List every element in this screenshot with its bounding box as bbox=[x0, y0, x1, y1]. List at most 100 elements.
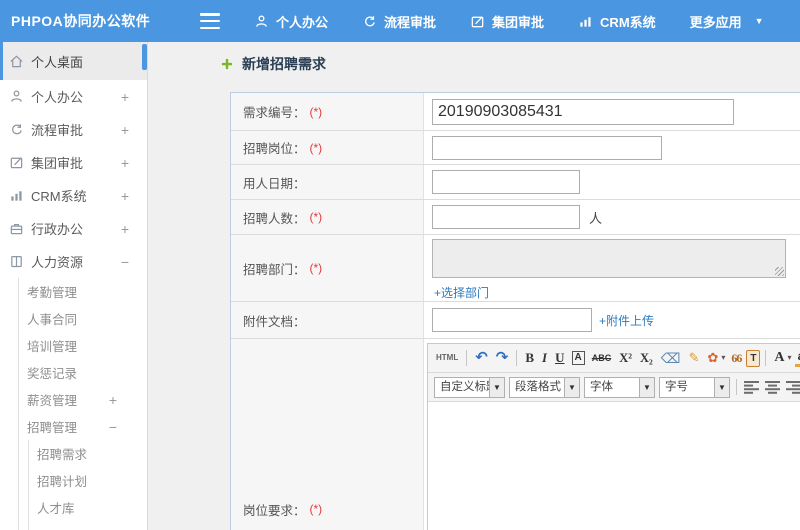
subscript-icon[interactable]: X₂ bbox=[637, 348, 656, 368]
superscript-icon[interactable]: X² bbox=[616, 348, 635, 368]
align-center-icon[interactable] bbox=[765, 380, 780, 394]
sidebar-item-personal-office[interactable]: 个人办公 + bbox=[0, 80, 147, 113]
workflow-icon bbox=[362, 14, 377, 29]
blockquote-icon[interactable]: 66 bbox=[728, 348, 744, 368]
strikethrough-icon[interactable]: ABC bbox=[589, 348, 615, 368]
align-right-icon[interactable] bbox=[786, 380, 800, 394]
topbar: PHPOA协同办公软件 个人办公 流程审批 集团审批 CRM系统 更多应用 ▼ bbox=[0, 0, 800, 42]
page-title-text: 新增招聘需求 bbox=[242, 56, 326, 72]
toolbar-separator[interactable] bbox=[765, 350, 767, 366]
sidebar-item-label: 人力资源 bbox=[31, 255, 84, 270]
chevron-down-icon[interactable]: ▾ bbox=[720, 348, 726, 368]
sidebar-subitem-label: 培训管理 bbox=[27, 340, 78, 354]
toolbar-separator[interactable] bbox=[466, 350, 468, 366]
sidebar-item-workflow-approval[interactable]: 流程审批 + bbox=[0, 113, 147, 146]
format-brush-icon[interactable]: ✎ bbox=[686, 348, 703, 368]
page-title: 新增招聘需求 bbox=[220, 54, 326, 74]
editor-content-area[interactable] bbox=[428, 402, 800, 530]
new-recruit-form: 需求编号： (*) 招聘岗位： (*) 用人日期： bbox=[230, 92, 800, 530]
sidebar-item-admin-office[interactable]: 行政办公 + bbox=[0, 212, 147, 245]
expand-icon[interactable]: + bbox=[109, 392, 117, 408]
field-label: 用人日期： bbox=[231, 165, 424, 199]
select-department-link[interactable]: +选择部门 bbox=[434, 284, 489, 301]
font-family-select[interactable]: 字体 ▼ bbox=[584, 376, 655, 398]
redo-icon[interactable]: ↷ bbox=[493, 348, 512, 368]
req-no-input[interactable] bbox=[432, 98, 734, 125]
expand-icon[interactable]: + bbox=[121, 122, 129, 138]
topnav-workflow-approval[interactable]: 流程审批 bbox=[362, 12, 436, 31]
form-row-attachment: 附件文档： +附件上传 bbox=[231, 302, 800, 339]
font-style-box-icon[interactable]: A bbox=[571, 351, 585, 365]
topnav-label: 个人办公 bbox=[276, 14, 329, 30]
custom-heading-select[interactable]: 自定义标题 ▼ bbox=[434, 376, 505, 398]
sidebar-scrollbar-thumb[interactable] bbox=[142, 44, 147, 70]
hire-date-input[interactable] bbox=[432, 170, 580, 194]
expand-icon[interactable]: + bbox=[121, 89, 129, 105]
paste-text-icon[interactable]: T bbox=[746, 349, 761, 367]
main-content: 新增招聘需求 需求编号： (*) 招聘岗位： (*) bbox=[148, 42, 800, 530]
sidebar-item-personal-desktop[interactable]: 个人桌面 bbox=[0, 42, 147, 80]
sidebar-subitem[interactable]: 人事合同 bbox=[0, 305, 147, 332]
html-source-button[interactable]: HTML bbox=[433, 348, 461, 368]
form-row-requirements: 岗位要求： (*) HTML ↶ ↷ B I U A ABC X² X₂ ⌫ ✎… bbox=[231, 339, 800, 530]
toolbar-separator[interactable] bbox=[516, 350, 518, 366]
sidebar-subitem-label: 人才库 bbox=[37, 502, 75, 516]
sidebar-subitem[interactable]: 招聘计划 bbox=[0, 467, 147, 494]
highlight-icon[interactable]: ab bbox=[794, 349, 800, 367]
sidebar-subitem[interactable]: 人才库 bbox=[0, 494, 147, 521]
collapse-icon[interactable]: − bbox=[121, 254, 129, 270]
underline-icon[interactable]: U bbox=[552, 348, 567, 368]
topnav-more-apps[interactable]: 更多应用 ▼ bbox=[690, 12, 764, 31]
topnav-group-approval[interactable]: 集团审批 bbox=[470, 12, 544, 31]
chevron-down-icon[interactable]: ▾ bbox=[787, 348, 793, 368]
paragraph-format-select[interactable]: 段落格式 ▼ bbox=[509, 376, 580, 398]
align-left-icon[interactable] bbox=[744, 380, 759, 394]
sidebar-subitem[interactable]: 薪资管理 + bbox=[0, 386, 147, 413]
sidebar-subitem-label: 薪资管理 bbox=[27, 394, 78, 408]
sidebar-subitem[interactable]: 考勤管理 bbox=[0, 278, 147, 305]
font-color-icon[interactable]: A bbox=[771, 348, 787, 368]
expand-icon[interactable]: + bbox=[121, 188, 129, 204]
topnav-crm-system[interactable]: CRM系统 bbox=[578, 12, 656, 31]
expand-icon[interactable]: + bbox=[121, 155, 129, 171]
field-label: 招聘人数： (*) bbox=[231, 200, 424, 234]
edit-icon bbox=[8, 155, 24, 170]
undo-icon[interactable]: ↶ bbox=[472, 348, 491, 368]
font-size-select[interactable]: 字号 ▼ bbox=[659, 376, 730, 398]
required-marker: (*) bbox=[309, 104, 323, 119]
required-marker: (*) bbox=[309, 140, 323, 155]
sidebar-subitem[interactable]: 培训管理 bbox=[0, 332, 147, 359]
sidebar-subitem-label: 招聘计划 bbox=[37, 475, 88, 489]
sidebar-subitem[interactable]: 奖惩记录 bbox=[0, 359, 147, 386]
topnav-personal-office[interactable]: 个人办公 bbox=[254, 12, 328, 31]
position-input[interactable] bbox=[432, 135, 662, 160]
topnav-label: CRM系统 bbox=[600, 14, 656, 30]
department-textarea[interactable] bbox=[432, 239, 786, 278]
expand-icon[interactable]: + bbox=[121, 221, 129, 237]
sidebar-item-crm-system[interactable]: CRM系统 + bbox=[0, 179, 147, 212]
attachment-input[interactable] bbox=[432, 308, 592, 332]
sidebar-subitem-label: 招聘需求 bbox=[37, 448, 88, 462]
sidebar-item-label: 流程审批 bbox=[31, 123, 84, 138]
field-label: 附件文档： bbox=[231, 302, 424, 338]
chevron-down-icon: ▼ bbox=[489, 377, 504, 397]
field-label: 招聘岗位： (*) bbox=[231, 131, 424, 164]
expand-icon[interactable]: − bbox=[109, 419, 117, 435]
chevron-down-icon: ▼ bbox=[714, 377, 729, 397]
sidebar-item-label: CRM系统 bbox=[31, 189, 87, 204]
menu-toggle-icon[interactable] bbox=[200, 13, 220, 29]
rich-text-editor: HTML ↶ ↷ B I U A ABC X² X₂ ⌫ ✎ ✿ ▾ 66 T … bbox=[427, 343, 800, 530]
sidebar-item-human-resources[interactable]: 人力资源 − bbox=[0, 245, 147, 278]
person-icon bbox=[8, 89, 24, 104]
sidebar-subitem[interactable]: 招聘管理 − bbox=[0, 413, 147, 440]
sidebar-subitem[interactable]: 招聘需求 bbox=[0, 440, 147, 467]
color-palette-icon[interactable]: ✿ bbox=[705, 348, 722, 368]
plus-icon bbox=[220, 57, 234, 71]
edit-icon bbox=[470, 14, 485, 29]
bold-icon[interactable]: B bbox=[522, 348, 537, 368]
italic-icon[interactable]: I bbox=[539, 348, 550, 368]
headcount-input[interactable] bbox=[432, 205, 580, 229]
upload-attachment-link[interactable]: +附件上传 bbox=[599, 312, 654, 329]
sidebar-item-group-approval[interactable]: 集团审批 + bbox=[0, 146, 147, 179]
eraser-icon[interactable]: ⌫ bbox=[658, 348, 684, 368]
